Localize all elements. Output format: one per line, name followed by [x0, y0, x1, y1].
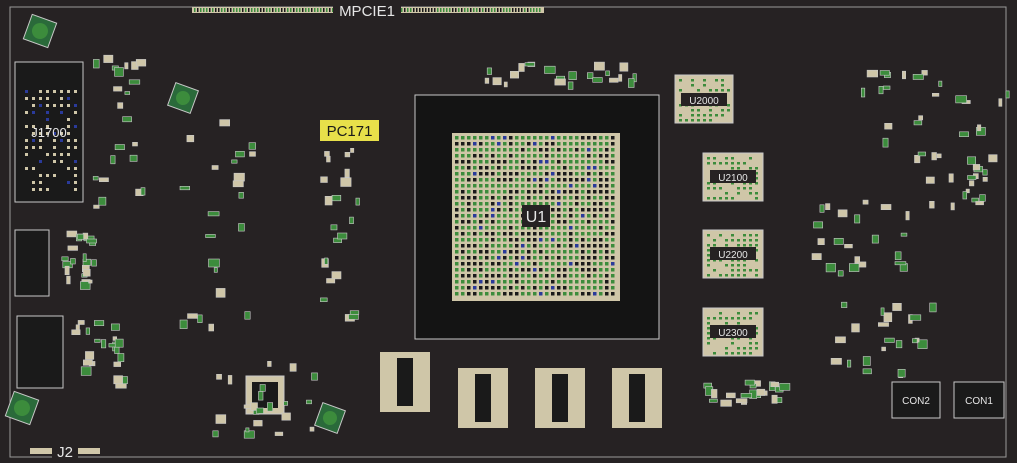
bottom-mem-chip-4[interactable]: [612, 368, 662, 428]
bottom-mem-chip-1[interactable]: [380, 352, 430, 412]
con2-label: CON2: [902, 396, 930, 407]
bottom-mem-chip-3[interactable]: [535, 368, 585, 428]
left-connector-mid[interactable]: [14, 229, 50, 297]
u2100-chip[interactable]: U2100: [702, 152, 764, 202]
u2300-label: U2300: [718, 328, 748, 339]
j2-label: J2: [57, 444, 73, 461]
mounting-hole-b: [313, 401, 347, 435]
j2-connector[interactable]: J2: [30, 441, 100, 461]
u1-label: U1: [526, 209, 547, 226]
pc171-label: PC171: [327, 123, 373, 140]
u1-chip[interactable]: U1: [414, 94, 660, 340]
pcb-board-view[interactable]: MPCIE1 J1700 PC171 U1 U2000 U2100 U2200 …: [0, 0, 1017, 463]
j1700-connector[interactable]: J1700: [14, 61, 84, 203]
left-connector-low[interactable]: [16, 315, 64, 389]
con2-connector[interactable]: CON2: [891, 381, 941, 419]
u2200-label: U2200: [718, 250, 748, 261]
bottom-mem-chip-2[interactable]: [458, 368, 508, 428]
u2100-label: U2100: [718, 173, 748, 184]
mounting-hole-l: [166, 81, 200, 115]
mounting-hole-tl: [22, 13, 58, 49]
u2000-chip[interactable]: U2000: [674, 74, 734, 124]
u2200-chip[interactable]: U2200: [702, 229, 764, 279]
con1-connector[interactable]: CON1: [953, 381, 1005, 419]
u2000-label: U2000: [689, 96, 719, 107]
pc171-highlight[interactable]: PC171: [320, 120, 379, 141]
mpcie1-label: MPCIE1: [339, 3, 395, 20]
con1-label: CON1: [965, 396, 993, 407]
j1700-label: J1700: [31, 125, 66, 140]
u2300-chip[interactable]: U2300: [702, 307, 764, 357]
mpcie1-connector[interactable]: MPCIE1: [192, 1, 544, 20]
